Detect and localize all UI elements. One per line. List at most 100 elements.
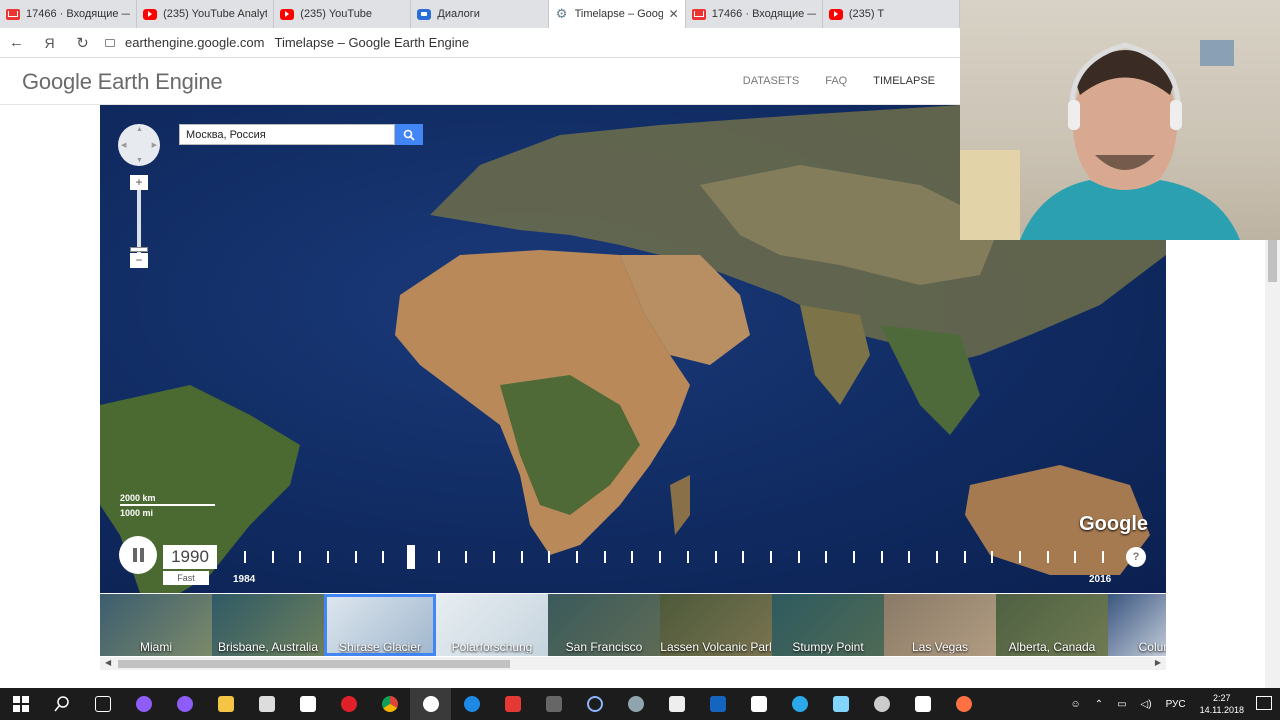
timeline-tick[interactable] (797, 551, 800, 563)
timeline-tick[interactable] (742, 551, 745, 563)
start-button[interactable] (0, 688, 41, 720)
mic-button[interactable] (164, 688, 205, 720)
location-thumbnail[interactable]: Polarforschung (436, 594, 548, 656)
timeline-tick[interactable] (1074, 551, 1077, 563)
taskbar-edge[interactable] (451, 688, 492, 720)
taskbar-app-1[interactable] (533, 688, 574, 720)
yandex-button[interactable]: Я (33, 35, 66, 51)
nav-datasets[interactable]: DATASETS (743, 75, 799, 87)
taskbar-app-2[interactable] (574, 688, 615, 720)
nav-timelapse[interactable]: TIMELAPSE (873, 75, 935, 87)
taskbar-chrome[interactable] (369, 688, 410, 720)
browser-tab[interactable]: 17466 · Входящие — Ян (0, 0, 138, 28)
taskbar-calculator[interactable] (656, 688, 697, 720)
pan-left-icon[interactable]: ◀ (121, 141, 126, 149)
zoom-slider-handle[interactable] (130, 247, 148, 252)
timeline-tick[interactable] (769, 551, 772, 563)
location-thumbnail[interactable]: Shirase Glacier (324, 594, 436, 656)
clock[interactable]: 2:27 14.11.2018 (1200, 692, 1244, 716)
timeline-tick[interactable] (520, 551, 523, 563)
location-thumbnail[interactable]: Stumpy Point (772, 594, 884, 656)
timeline-tick[interactable] (493, 551, 496, 563)
timeline-tick[interactable] (1046, 551, 1049, 563)
timeline-tick[interactable] (1102, 551, 1104, 563)
site-logo[interactable]: Google Earth Engine (22, 69, 223, 95)
timeline-tick[interactable] (576, 551, 579, 563)
close-tab-icon[interactable]: ✕ (669, 7, 679, 21)
taskbar-telegram[interactable] (779, 688, 820, 720)
pan-control[interactable]: ▲ ▼ ◀ ▶ (118, 124, 160, 166)
network-icon[interactable]: ▭ (1117, 699, 1126, 710)
volume-icon[interactable]: ◁) (1141, 699, 1152, 710)
timeline-tick[interactable] (1018, 551, 1021, 563)
browser-tab[interactable]: (235) YouTube (274, 0, 412, 28)
timeline-tick[interactable] (714, 551, 717, 563)
timeline-tick[interactable] (852, 551, 855, 563)
taskbar-app-4[interactable] (697, 688, 738, 720)
timeline-tick[interactable] (963, 551, 966, 563)
taskbar-explorer[interactable] (205, 688, 246, 720)
timeline-tick[interactable] (271, 551, 274, 563)
browser-tab[interactable]: ⚙ Timelapse – Google E ✕ (548, 0, 686, 28)
taskbar-yandex[interactable] (492, 688, 533, 720)
timeline-tick[interactable] (299, 551, 302, 563)
timeline-tick[interactable] (244, 551, 246, 563)
carousel-scrollbar[interactable]: ◀ ▶ (100, 657, 1166, 670)
taskbar-settings[interactable] (861, 688, 902, 720)
taskbar-app-5[interactable] (820, 688, 861, 720)
timeline-tick[interactable] (631, 551, 634, 563)
timeline-tick[interactable] (659, 551, 662, 563)
browser-tab[interactable]: (235) YouTube Analytics (137, 0, 275, 28)
timeline-tick[interactable] (991, 551, 994, 563)
timeline-tick[interactable] (908, 551, 911, 563)
timeline-tick[interactable] (935, 551, 938, 563)
speed-toggle[interactable]: Fast (163, 571, 209, 585)
taskbar-app-6[interactable] (943, 688, 984, 720)
notifications-button[interactable] (1256, 696, 1272, 710)
zoom-out-button[interactable]: − (130, 253, 148, 268)
page-scrollbar[interactable] (1265, 240, 1280, 688)
taskbar-opera[interactable] (328, 688, 369, 720)
timeline-tick[interactable] (327, 551, 330, 563)
browser-tab[interactable]: Диалоги (411, 0, 549, 28)
location-thumbnail[interactable]: Las Vegas (884, 594, 996, 656)
scroll-left-icon[interactable]: ◀ (105, 658, 111, 667)
carousel-scroll-thumb[interactable] (118, 660, 510, 668)
taskbar-mail[interactable] (287, 688, 328, 720)
location-search-input[interactable] (179, 124, 395, 145)
location-thumbnail[interactable]: Alberta, Canada (996, 594, 1108, 656)
timeline-tick[interactable] (825, 551, 828, 563)
timeline-tick[interactable] (603, 551, 606, 563)
location-thumbnail[interactable]: Columbia (1108, 594, 1166, 656)
taskbar-store[interactable] (246, 688, 287, 720)
location-thumbnail[interactable]: Brisbane, Australia (212, 594, 324, 656)
language-indicator[interactable]: РУС (1166, 699, 1186, 710)
scroll-right-icon[interactable]: ▶ (1155, 658, 1161, 667)
people-icon[interactable]: ☺ (1070, 699, 1080, 710)
pan-up-icon[interactable]: ▲ (136, 126, 143, 133)
pan-right-icon[interactable]: ▶ (152, 141, 157, 149)
timeline-tick[interactable] (437, 551, 440, 563)
taskbar-yandex-browser[interactable] (410, 688, 451, 720)
timeline-tick[interactable] (465, 551, 468, 563)
task-view-button[interactable] (82, 688, 123, 720)
location-thumbnail[interactable]: Lassen Volcanic Parl (660, 594, 772, 656)
timeline-tick[interactable] (880, 551, 883, 563)
timeline-tick[interactable] (548, 551, 551, 563)
back-button[interactable]: ← (0, 34, 33, 51)
taskbar-app-3[interactable] (615, 688, 656, 720)
browser-tab[interactable]: (235) T (823, 0, 960, 28)
chevron-up-icon[interactable]: ⌃ (1095, 699, 1103, 710)
nav-faq[interactable]: FAQ (825, 75, 847, 87)
location-thumbnail[interactable]: Miami (100, 594, 212, 656)
taskbar-photos[interactable] (902, 688, 943, 720)
browser-tab[interactable]: 17466 · Входящие — Ян (686, 0, 823, 28)
help-button[interactable]: ? (1126, 547, 1146, 567)
timeline-handle[interactable] (407, 545, 416, 569)
search-button[interactable] (395, 124, 423, 145)
url-field[interactable]: earthengine.google.com Timelapse – Googl… (105, 35, 469, 50)
timeline-tick[interactable] (354, 551, 357, 563)
location-thumbnail[interactable]: San Francisco (548, 594, 660, 656)
pause-button[interactable] (119, 536, 157, 574)
pan-down-icon[interactable]: ▼ (136, 157, 143, 164)
